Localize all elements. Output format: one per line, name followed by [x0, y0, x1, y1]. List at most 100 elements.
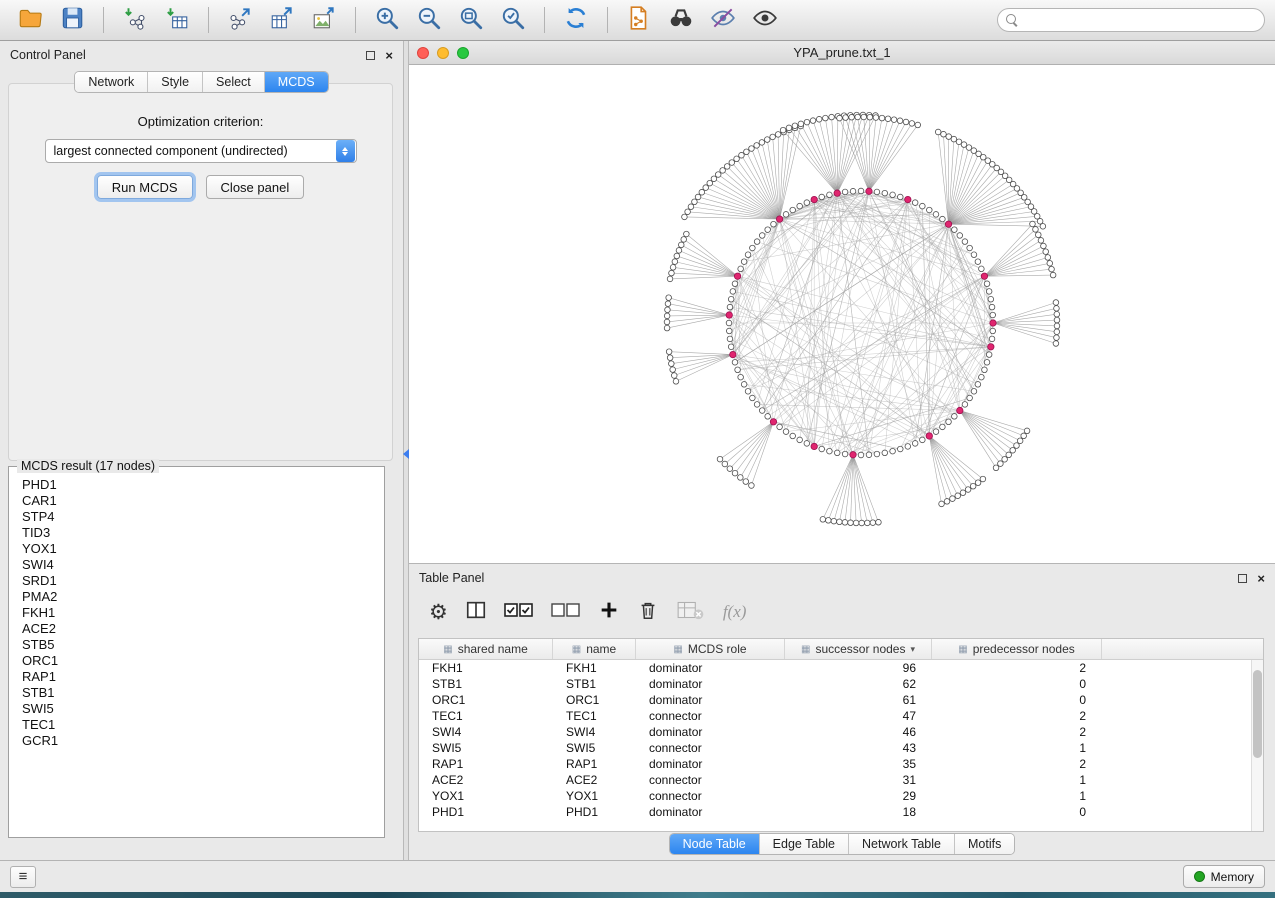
network-canvas[interactable]	[409, 65, 1275, 562]
tab-style[interactable]: Style	[148, 72, 203, 92]
column-label: successor nodes	[815, 639, 905, 660]
table-row[interactable]: FKH1FKH1dominator962	[419, 660, 1263, 676]
float-panel-icon[interactable]	[1238, 574, 1247, 583]
tab-network-table[interactable]: Network Table	[849, 834, 955, 854]
select-all-rows-button[interactable]	[504, 599, 534, 626]
application-window: Control Panel × NetworkStyleSelectMCDS O…	[0, 0, 1275, 898]
table-row[interactable]: SWI4SWI4dominator462	[419, 724, 1263, 740]
tab-edge-table[interactable]: Edge Table	[760, 834, 849, 854]
desktop-background	[0, 892, 1275, 898]
mcds-node-item[interactable]: SWI4	[11, 557, 382, 573]
mcds-node-item[interactable]: RAP1	[11, 669, 382, 685]
mcds-node-item[interactable]: CAR1	[11, 493, 382, 509]
table-row[interactable]: RAP1RAP1dominator352	[419, 756, 1263, 772]
cell-successor-nodes: 18	[785, 804, 932, 820]
zoom-in-button[interactable]	[367, 4, 407, 36]
table-row[interactable]: PHD1PHD1dominator180	[419, 804, 1263, 820]
mcds-node-item[interactable]: FKH1	[11, 605, 382, 621]
create-column-button[interactable]	[598, 599, 620, 626]
tab-select[interactable]: Select	[203, 72, 265, 92]
column-header-MCDS-role[interactable]: ▦MCDS role	[636, 639, 785, 659]
export-image-button[interactable]	[304, 4, 344, 36]
cell-successor-nodes: 61	[785, 692, 932, 708]
cell-MCDS-role: dominator	[636, 804, 785, 820]
table-row[interactable]: ACE2ACE2connector311	[419, 772, 1263, 788]
show-all-button[interactable]	[745, 4, 785, 36]
clone-network-button[interactable]	[619, 4, 659, 36]
column-header-name[interactable]: ▦name	[553, 639, 636, 659]
table-row[interactable]: ORC1ORC1dominator610	[419, 692, 1263, 708]
floppy-disk-icon	[59, 5, 85, 36]
import-network-button[interactable]	[115, 4, 155, 36]
zoom-fit-button[interactable]	[451, 4, 491, 36]
open-folder-icon	[17, 5, 43, 36]
cell-predecessor-nodes: 2	[932, 708, 1102, 724]
column-header-predecessor-nodes[interactable]: ▦predecessor nodes	[932, 639, 1102, 659]
float-panel-icon[interactable]	[366, 51, 375, 60]
mcds-node-item[interactable]: ORC1	[11, 653, 382, 669]
toolbar-separator	[103, 7, 104, 33]
import-table-button[interactable]	[157, 4, 197, 36]
search-network-button[interactable]	[661, 4, 701, 36]
mcds-node-item[interactable]: SRD1	[11, 573, 382, 589]
network-graph[interactable]	[409, 65, 1275, 562]
table-row[interactable]: STB1STB1dominator620	[419, 676, 1263, 692]
panel-menu-button[interactable]: ≡	[10, 866, 36, 888]
cell-MCDS-role: dominator	[636, 676, 785, 692]
close-panel-icon[interactable]: ×	[1257, 572, 1265, 585]
network-window-titlebar[interactable]: YPA_prune.txt_1	[409, 41, 1275, 65]
table-settings-button[interactable]: ⚙	[429, 602, 448, 623]
mcds-node-item[interactable]: PHD1	[11, 477, 382, 493]
mcds-node-item[interactable]: STP4	[11, 509, 382, 525]
list-icon: ≡	[19, 868, 28, 885]
column-label: name	[586, 639, 616, 660]
plus-icon	[598, 599, 620, 626]
show-columns-button[interactable]	[465, 599, 487, 626]
mcds-node-item[interactable]: TID3	[11, 525, 382, 541]
tab-motifs[interactable]: Motifs	[955, 834, 1014, 854]
column-header-successor-nodes[interactable]: ▦successor nodes▾	[785, 639, 932, 659]
memory-button[interactable]: Memory	[1183, 865, 1265, 888]
table-row[interactable]: TEC1TEC1connector472	[419, 708, 1263, 724]
column-type-icon: ▦	[673, 639, 682, 660]
table-row[interactable]: YOX1YOX1connector291	[419, 788, 1263, 804]
mcds-node-item[interactable]: GCR1	[11, 733, 382, 749]
mcds-node-item[interactable]: PMA2	[11, 589, 382, 605]
delete-column-button[interactable]	[637, 599, 659, 626]
criterion-dropdown[interactable]: largest connected component (undirected)	[45, 139, 357, 163]
open-file-button[interactable]	[10, 4, 50, 36]
close-panel-button[interactable]: Close panel	[206, 175, 305, 199]
checked-boxes-icon	[504, 599, 534, 626]
scrollbar-thumb[interactable]	[1253, 670, 1262, 758]
mcds-result-list: PHD1CAR1STP4TID3YOX1SWI4SRD1PMA2FKH1ACE2…	[11, 477, 382, 835]
search-input[interactable]	[1023, 13, 1256, 27]
mcds-node-item[interactable]: TEC1	[11, 717, 382, 733]
deselect-all-rows-button[interactable]	[551, 599, 581, 626]
run-mcds-button[interactable]: Run MCDS	[97, 175, 193, 199]
tab-node-table[interactable]: Node Table	[670, 834, 760, 854]
column-type-icon: ▦	[443, 639, 452, 660]
mcds-node-item[interactable]: SWI5	[11, 701, 382, 717]
table-scrollbar[interactable]	[1251, 660, 1263, 831]
tab-network[interactable]: Network	[75, 72, 148, 92]
save-session-button[interactable]	[52, 4, 92, 36]
mcds-node-item[interactable]: YOX1	[11, 541, 382, 557]
mcds-node-item[interactable]: ACE2	[11, 621, 382, 637]
hide-selected-button[interactable]	[703, 4, 743, 36]
criterion-dropdown-value: largest connected component (undirected)	[46, 144, 336, 158]
cell-name: FKH1	[553, 660, 636, 676]
cell-successor-nodes: 35	[785, 756, 932, 772]
export-table-button[interactable]	[262, 4, 302, 36]
close-panel-icon[interactable]: ×	[385, 49, 393, 62]
tab-mcds[interactable]: MCDS	[265, 72, 328, 92]
zoom-selected-button[interactable]	[493, 4, 533, 36]
apply-layout-button[interactable]	[556, 4, 596, 36]
mcds-node-item[interactable]: STB5	[11, 637, 382, 653]
column-header-shared-name[interactable]: ▦shared name	[419, 639, 553, 659]
table-row[interactable]: SWI5SWI5connector431	[419, 740, 1263, 756]
zoom-out-button[interactable]	[409, 4, 449, 36]
mcds-node-item[interactable]: STB1	[11, 685, 382, 701]
cell-name: ACE2	[553, 772, 636, 788]
export-network-button[interactable]	[220, 4, 260, 36]
memory-status-icon	[1194, 871, 1205, 882]
